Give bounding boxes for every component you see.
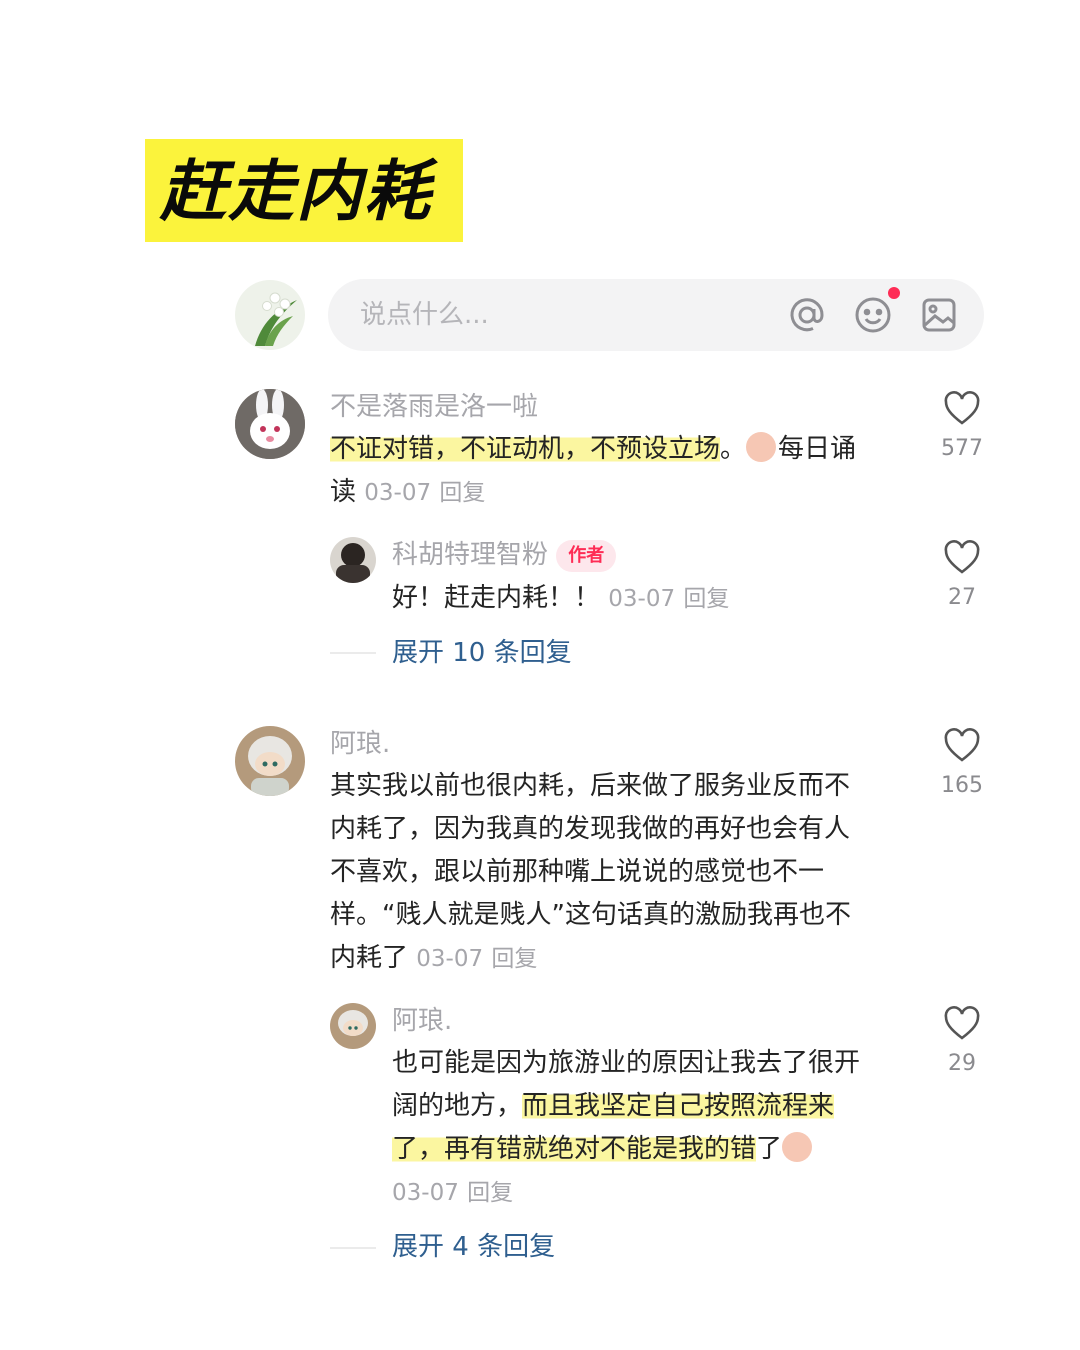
- reply-button[interactable]: 回复: [683, 586, 729, 612]
- like-count: 577: [941, 436, 983, 461]
- reply-avatar[interactable]: [330, 1003, 376, 1049]
- highlighted-text: 不证对错，不证动机，不预设立场: [330, 434, 721, 464]
- image-icon[interactable]: [917, 293, 961, 337]
- comment-username[interactable]: 不是落雨是洛一啦: [330, 389, 538, 425]
- comment-avatar[interactable]: [235, 389, 305, 459]
- comment-date: 03-07: [416, 946, 484, 972]
- comment-text: 不证对错，不证动机，不预设立场。 每日诵 读 03-07 回复: [330, 432, 857, 507]
- like-count: 29: [948, 1051, 976, 1076]
- expand-divider: [330, 652, 376, 654]
- reply-date: 03-07: [392, 1180, 459, 1206]
- like-heart-icon[interactable]: [942, 726, 982, 766]
- comment-date: 03-07: [364, 480, 432, 506]
- my-avatar[interactable]: [235, 280, 305, 350]
- reply-button[interactable]: 回复: [439, 480, 485, 506]
- crying-face-emoji-icon: [746, 432, 777, 462]
- highlighted-text: 而且我坚定自己按照流程来: [522, 1091, 835, 1121]
- like-heart-icon[interactable]: [942, 1004, 982, 1044]
- crying-face-emoji-icon: [782, 1132, 813, 1162]
- expand-replies-button[interactable]: 展开 10 条回复: [392, 635, 572, 671]
- reply-avatar[interactable]: [330, 537, 376, 583]
- reply-text: 也可能是因为旅游业的原因让我去了很开 阔的地方，而且我坚定自己按照流程来 了，再…: [392, 1048, 861, 1206]
- like-count: 165: [941, 773, 983, 798]
- like-heart-icon[interactable]: [942, 389, 982, 429]
- comment-username[interactable]: 阿琅.: [330, 726, 390, 762]
- reply-date: 03-07: [608, 586, 676, 612]
- comment-text: 其实我以前也很内耗，后来做了服务业反而不 内耗了，因为我真的发现我做的再好也会有…: [330, 771, 851, 973]
- expand-divider: [330, 1247, 376, 1249]
- notification-dot: [888, 287, 900, 299]
- like-heart-icon[interactable]: [942, 538, 982, 578]
- comment-avatar[interactable]: [235, 726, 305, 796]
- at-icon[interactable]: [785, 293, 829, 337]
- reply-text: 好！赶走内耗！！ 03-07 回复: [392, 583, 730, 613]
- highlighted-text: 了，再有错就绝对不能是我的错: [392, 1134, 757, 1164]
- reply-button[interactable]: 回复: [491, 946, 537, 972]
- author-badge: 作者: [556, 539, 617, 572]
- like-count: 27: [948, 585, 976, 610]
- comment-input-placeholder: 说点什么...: [360, 300, 489, 330]
- reply-button[interactable]: 回复: [467, 1180, 513, 1206]
- expand-replies-button[interactable]: 展开 4 条回复: [392, 1229, 555, 1265]
- reply-username[interactable]: 阿琅.: [392, 1003, 452, 1039]
- emoji-icon[interactable]: [851, 293, 895, 337]
- page-title: 赶走内耗: [160, 153, 432, 230]
- reply-username[interactable]: 科胡特理智粉 作者: [392, 537, 617, 573]
